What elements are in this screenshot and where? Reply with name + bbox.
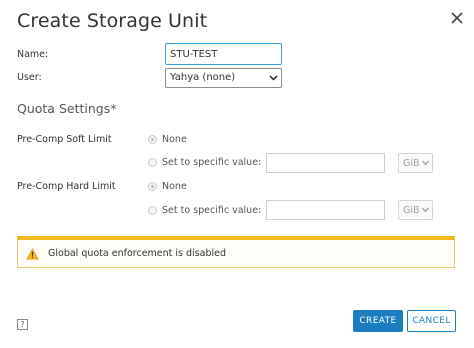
soft-limit-none-label: None [162, 134, 187, 145]
name-label: Name: [17, 49, 49, 60]
soft-limit-unit-select[interactable]: GiB [398, 153, 433, 173]
help-icon[interactable]: ? [17, 319, 28, 330]
chevron-down-icon [422, 160, 429, 166]
hard-limit-value-input[interactable] [266, 200, 385, 220]
hard-limit-none-label: None [162, 181, 187, 192]
soft-limit-specific-radio[interactable] [148, 158, 157, 167]
soft-limit-unit-value: GiB [403, 158, 420, 169]
chevron-down-icon [422, 207, 429, 213]
quota-section-title: Quota Settings* [17, 101, 117, 116]
soft-limit-value-input[interactable] [266, 153, 385, 173]
quota-alert: Global quota enforcement is disabled [17, 236, 455, 268]
hard-limit-none-radio[interactable] [148, 182, 157, 191]
hard-limit-specific-label: Set to specific value: [162, 205, 262, 216]
alert-message: Global quota enforcement is disabled [48, 248, 226, 259]
soft-limit-specific-label: Set to specific value: [162, 157, 262, 168]
dialog-title: Create Storage Unit [17, 10, 208, 32]
name-input[interactable] [165, 43, 282, 65]
cancel-button[interactable]: CANCEL [407, 310, 456, 332]
user-select[interactable]: Yahya (none) [165, 68, 282, 88]
soft-limit-none-radio[interactable] [148, 135, 157, 144]
soft-limit-label: Pre-Comp Soft Limit [17, 134, 112, 145]
user-select-value: Yahya (none) [170, 72, 236, 83]
hard-limit-specific-radio[interactable] [148, 206, 157, 215]
hard-limit-label: Pre-Comp Hard Limit [17, 181, 116, 192]
create-button[interactable]: CREATE [353, 310, 403, 332]
user-label: User: [17, 72, 42, 83]
close-icon[interactable] [449, 10, 465, 26]
hard-limit-unit-select[interactable]: GiB [398, 200, 433, 220]
chevron-down-icon [269, 75, 278, 81]
warning-icon [26, 248, 39, 260]
hard-limit-unit-value: GiB [403, 205, 420, 216]
